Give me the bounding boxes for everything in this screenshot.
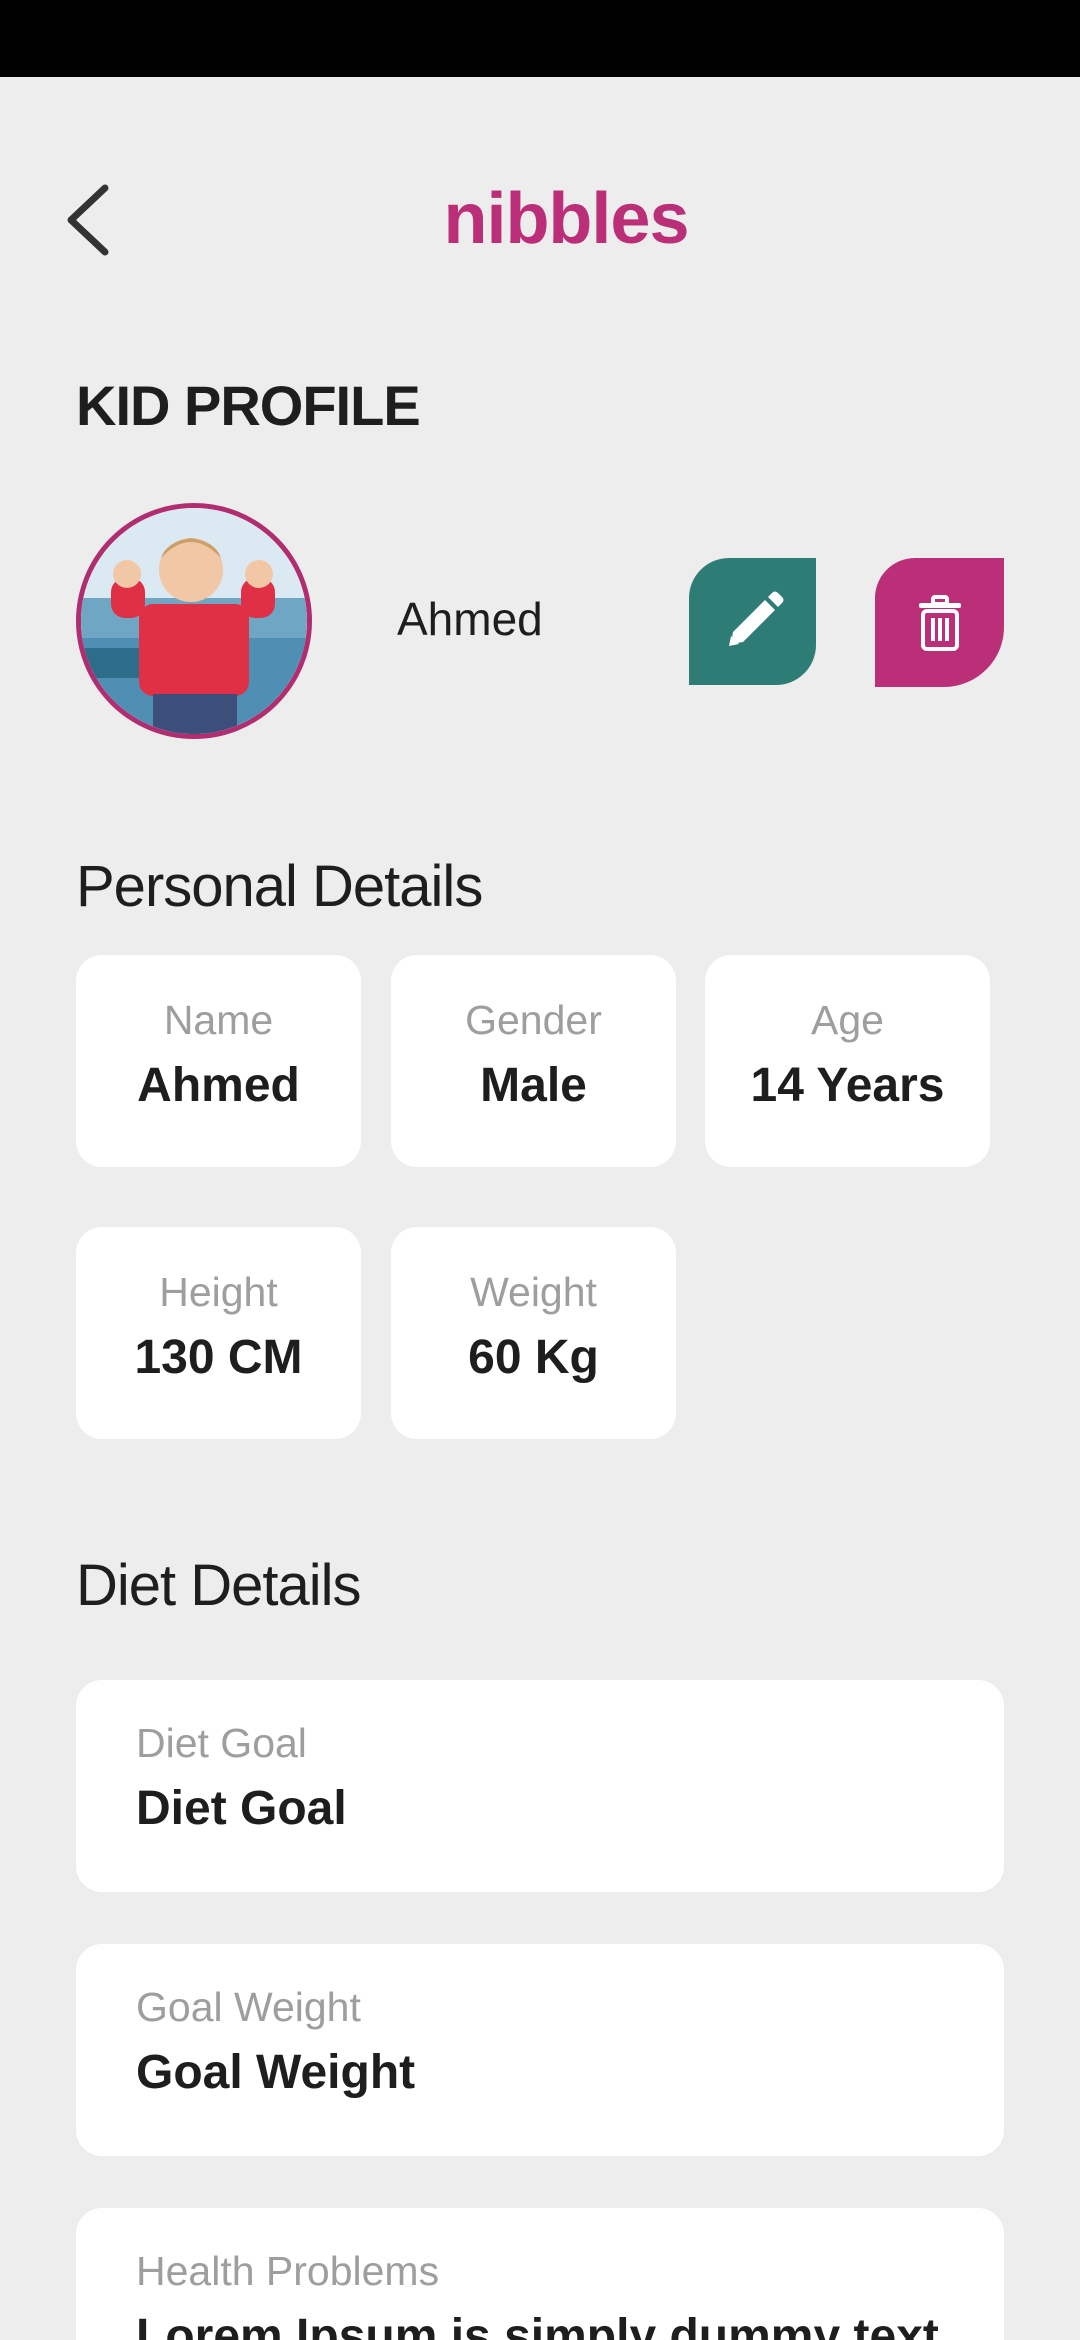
delete-profile-button[interactable] <box>875 558 1004 687</box>
diet-value: Goal Weight <box>136 2046 416 2099</box>
detail-card-height: Height 130 CM <box>76 1227 361 1439</box>
detail-card-age: Age 14 Years <box>705 955 990 1167</box>
detail-value: Ahmed <box>137 1059 300 1112</box>
trash-icon <box>918 594 961 651</box>
diet-card-goal: Diet Goal Diet Goal <box>76 1680 1004 1892</box>
avatar <box>76 503 312 739</box>
diet-details-title: Diet Details <box>76 1553 362 1618</box>
detail-card-name: Name Ahmed <box>76 955 361 1167</box>
diet-label: Diet Goal <box>136 1720 307 1766</box>
diet-value: Lorem Ipsum is simply dummy text <box>136 2310 939 2340</box>
detail-label: Gender <box>465 997 602 1043</box>
detail-label: Height <box>159 1269 278 1315</box>
personal-details-title: Personal Details <box>76 854 483 919</box>
diet-label: Goal Weight <box>136 1984 361 2030</box>
detail-label: Name <box>163 997 274 1043</box>
detail-label: Weight <box>470 1269 597 1315</box>
page-title: KID PROFILE <box>76 374 421 437</box>
diet-value: Diet Goal <box>136 1782 347 1835</box>
detail-label: Age <box>811 997 884 1043</box>
diet-card-health-problems: Health Problems Lorem Ipsum is simply du… <box>76 2208 1004 2340</box>
diet-card-goal-weight: Goal Weight Goal Weight <box>76 1944 1004 2156</box>
app-logo: nibbles <box>0 178 1080 260</box>
detail-value: 130 CM <box>134 1331 303 1384</box>
detail-value: 60 Kg <box>468 1331 599 1384</box>
detail-value: 14 Years <box>750 1059 945 1112</box>
status-bar <box>0 0 1080 77</box>
detail-card-weight: Weight 60 Kg <box>391 1227 676 1439</box>
detail-value: Male <box>480 1059 587 1112</box>
logo-text: nibbles <box>443 179 689 259</box>
kid-photo <box>81 508 307 734</box>
pencil-icon <box>728 591 783 646</box>
diet-label: Health Problems <box>136 2248 440 2294</box>
edit-profile-button[interactable] <box>689 558 816 685</box>
kid-name: Ahmed <box>397 593 543 645</box>
detail-card-gender: Gender Male <box>391 955 676 1167</box>
